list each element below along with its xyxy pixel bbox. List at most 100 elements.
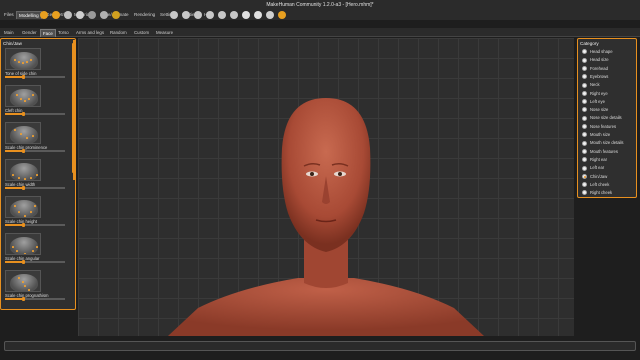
category-head-size[interactable]: Head size [582, 56, 609, 63]
top-view-icon[interactable] [218, 11, 226, 19]
slider-handle[interactable] [21, 75, 25, 79]
radio-button[interactable] [582, 173, 587, 179]
radio-button[interactable] [582, 124, 587, 130]
screenshot-icon[interactable] [266, 11, 274, 19]
category-label: Left ear [590, 165, 605, 171]
menu-tab-modelling[interactable]: Modelling [16, 11, 42, 19]
category-label: Left cheek [590, 181, 610, 187]
category-mouth-features[interactable]: Mouth features [582, 148, 618, 155]
pose-icon[interactable] [112, 11, 120, 19]
category-left-ear[interactable]: Left ear [582, 164, 604, 171]
category-left-eye[interactable]: Left eye [582, 98, 605, 105]
category-left-cheek[interactable]: Left cheek [582, 181, 609, 188]
slider-track[interactable] [5, 112, 65, 116]
category-mouth-size-details[interactable]: Mouth size details [582, 139, 624, 146]
radio-button[interactable] [582, 115, 587, 121]
radio-button[interactable] [582, 74, 587, 80]
slider-handle[interactable] [21, 223, 25, 227]
radio-button[interactable] [582, 107, 587, 113]
category-eyebrows[interactable]: Eyebrows [582, 73, 608, 80]
grid-icon[interactable] [254, 11, 262, 19]
slider-track[interactable] [5, 75, 65, 79]
radio-button[interactable] [582, 182, 587, 188]
redo-icon[interactable] [52, 11, 60, 19]
radio-button[interactable] [582, 140, 587, 146]
menu-tab-rendering[interactable]: Rendering [132, 11, 157, 19]
category-nose-size-details[interactable]: Nose size details [582, 114, 622, 121]
tab-arms-and-legs[interactable]: Arms and legs [74, 29, 106, 37]
slider-handle[interactable] [21, 149, 25, 153]
radio-button[interactable] [582, 57, 587, 63]
tab-custom[interactable]: Custom [132, 29, 151, 37]
icon-toolbar [0, 11, 640, 28]
background-icon[interactable] [100, 11, 108, 19]
tab-face[interactable]: Face [40, 29, 56, 37]
category-label: Right eye [590, 90, 608, 96]
bottom-view-icon[interactable] [230, 11, 238, 19]
radio-button[interactable] [582, 157, 587, 163]
category-forehead[interactable]: Forehead [582, 65, 608, 72]
category-right-eye[interactable]: Right eye [582, 90, 608, 97]
3d-viewport[interactable] [78, 38, 574, 336]
slider-track[interactable] [5, 149, 65, 153]
tab-random[interactable]: Random [108, 29, 129, 37]
help-icon[interactable] [278, 11, 286, 19]
radio-button[interactable] [582, 190, 587, 196]
front-view-icon[interactable] [170, 11, 178, 19]
radio-button[interactable] [582, 82, 587, 88]
radio-button[interactable] [582, 49, 587, 55]
tab-torso[interactable]: Torso [56, 29, 71, 37]
radio-button[interactable] [582, 99, 587, 105]
category-panel: Category Head shape Head size Forehead Eyeb… [577, 38, 637, 198]
category-head-shape[interactable]: Head shape [582, 48, 613, 55]
right-view-icon[interactable] [206, 11, 214, 19]
tab-gender[interactable]: Gender [20, 29, 39, 37]
category-chin-jaw[interactable]: Chin/Jaw [582, 173, 607, 180]
slider-track[interactable] [5, 260, 65, 264]
reset-camera-icon[interactable] [242, 11, 250, 19]
radio-button[interactable] [582, 165, 587, 171]
smooth-icon[interactable] [76, 11, 84, 19]
slider-handle[interactable] [21, 297, 25, 301]
slider-track[interactable] [5, 186, 65, 190]
slider-handle[interactable] [21, 260, 25, 264]
slider-scrollbar[interactable] [73, 40, 75, 180]
category-label: Nose features [590, 123, 617, 129]
radio-button[interactable] [582, 148, 587, 154]
slider-handle[interactable] [21, 112, 25, 116]
radio-button[interactable] [582, 90, 587, 96]
category-mouth-size[interactable]: Mouth size [582, 131, 610, 138]
radio-button[interactable] [582, 65, 587, 71]
slider-preview-image [5, 85, 41, 107]
slider-track[interactable] [5, 223, 65, 227]
tab-measure[interactable]: Measure [154, 29, 175, 37]
panel-title: Chin/Jaw [3, 41, 22, 46]
reset-icon[interactable] [64, 11, 72, 19]
category-label: Mouth size [590, 132, 611, 137]
wireframe-icon[interactable] [88, 11, 96, 19]
radio-button[interactable] [582, 132, 587, 138]
category-right-cheek[interactable]: Right cheek [582, 189, 612, 196]
category-label: Chin/Jaw [590, 173, 608, 179]
slider-handle[interactable] [21, 186, 25, 190]
category-neck[interactable]: Neck [582, 81, 600, 88]
category-label: Nose size [590, 107, 609, 113]
menu-tab-files[interactable]: Files [2, 11, 16, 19]
slider-preview-image [5, 159, 41, 181]
category-label: Neck [590, 82, 600, 88]
category-nose-features[interactable]: Nose features [582, 123, 616, 130]
main-toolbar: FilesModellingGeometriesMaterialsPose/An… [0, 10, 640, 20]
undo-icon[interactable] [40, 11, 48, 19]
tab-main[interactable]: Main [2, 29, 16, 37]
left-view-icon[interactable] [194, 11, 202, 19]
category-right-ear[interactable]: Right ear [582, 156, 607, 163]
slider-track[interactable] [5, 297, 65, 301]
back-view-icon[interactable] [182, 11, 190, 19]
slider-preview-image [5, 233, 41, 255]
slider-preview-image [5, 270, 41, 292]
category-label: Nose size details [590, 115, 622, 121]
category-label: Mouth size details [590, 140, 624, 146]
category-nose-size[interactable]: Nose size [582, 106, 608, 113]
sub-tab-bar: Main Gender Face Torso Arms and legs Random Cu… [0, 28, 640, 37]
head-shape [281, 98, 371, 252]
